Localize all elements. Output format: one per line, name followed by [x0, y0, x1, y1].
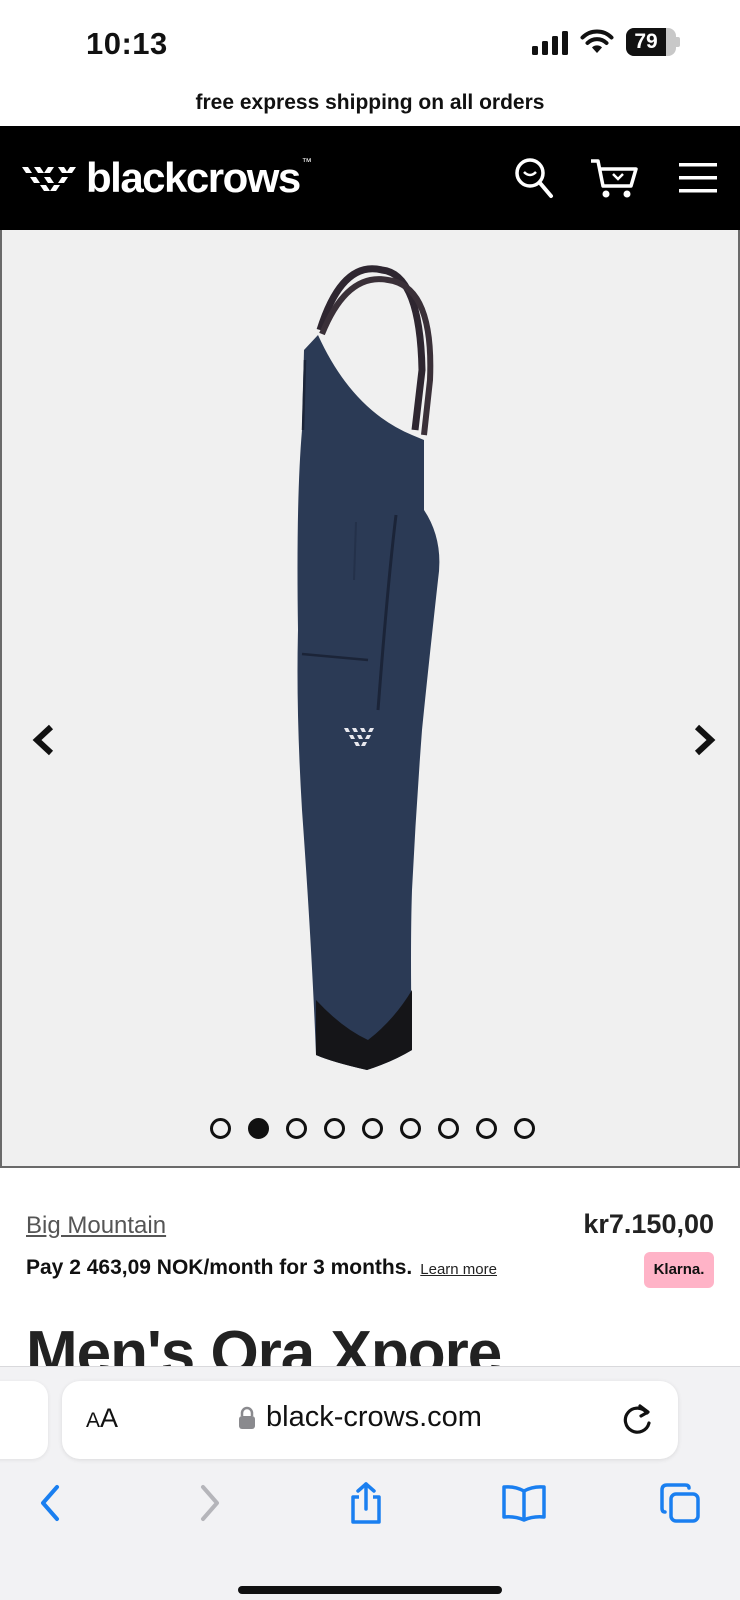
forward-icon	[201, 1485, 219, 1521]
product-image-carousel[interactable]	[0, 230, 740, 1168]
trademark-mark: ™	[301, 156, 312, 168]
carousel-dot-3[interactable]	[285, 1118, 307, 1139]
home-indicator	[238, 1586, 502, 1594]
status-icons: 79	[532, 28, 680, 56]
page-settings-button[interactable]: AA	[86, 1403, 118, 1434]
status-time: 10:13	[86, 26, 168, 61]
cellular-signal-icon	[532, 29, 568, 55]
cart-button[interactable]	[588, 152, 640, 204]
klarna-badge: Klarna.	[644, 1252, 714, 1288]
battery-level: 79	[634, 30, 658, 53]
bookmarks-icon	[502, 1485, 546, 1522]
carousel-dot-7[interactable]	[437, 1118, 459, 1139]
tabs-button[interactable]	[656, 1479, 704, 1527]
promo-banner: free express shipping on all orders	[195, 91, 545, 114]
cart-icon	[591, 159, 638, 198]
brand-logo[interactable]: blackcrows ™	[22, 154, 312, 202]
brand-logo-text: blackcrows	[86, 154, 301, 201]
site-header: blackcrows ™	[0, 126, 740, 230]
carousel-dot-2[interactable]	[247, 1118, 269, 1139]
installment-text: Pay 2 463,09 NOK/month for 3 months.	[26, 1256, 413, 1279]
browser-nav-row	[0, 1479, 740, 1539]
carousel-dot-6[interactable]	[399, 1118, 421, 1139]
category-link[interactable]: Big Mountain	[26, 1212, 166, 1240]
carousel-dot-8[interactable]	[475, 1118, 497, 1139]
battery-icon: 79	[626, 28, 680, 56]
url-display[interactable]: black-crows.com	[238, 1401, 482, 1434]
reload-icon	[623, 1404, 651, 1434]
status-bar: 10:13 79	[0, 0, 740, 88]
reload-button[interactable]	[618, 1401, 656, 1439]
carousel-pagination	[2, 1118, 740, 1139]
search-button[interactable]	[508, 152, 560, 204]
product-image	[297, 265, 440, 1070]
carousel-dot-5[interactable]	[361, 1118, 383, 1139]
back-icon	[41, 1485, 59, 1521]
lock-icon	[239, 1406, 255, 1429]
wifi-icon	[580, 29, 614, 53]
menu-icon	[679, 163, 717, 193]
forward-button[interactable]	[186, 1479, 234, 1527]
next-image-button[interactable]	[682, 718, 726, 762]
share-icon	[351, 1482, 381, 1524]
previous-image-button[interactable]	[22, 718, 66, 762]
crow-logo-icon	[22, 167, 76, 191]
chevron-left-icon	[32, 724, 54, 756]
learn-more-link[interactable]: Learn more	[420, 1261, 497, 1278]
carousel-dot-9[interactable]	[513, 1118, 535, 1139]
previous-tab-preview[interactable]	[0, 1381, 48, 1459]
product-price: kr7.150,00	[583, 1209, 714, 1239]
back-button[interactable]	[26, 1479, 74, 1527]
tabs-icon	[660, 1483, 700, 1523]
url-text: black-crows.com	[266, 1401, 482, 1433]
menu-button[interactable]	[672, 152, 724, 204]
browser-toolbar: AA black-crows.com	[0, 1366, 740, 1600]
address-bar[interactable]: AA black-crows.com	[62, 1381, 678, 1459]
carousel-dot-4[interactable]	[323, 1118, 345, 1139]
carousel-dot-1[interactable]	[209, 1118, 231, 1139]
bookmarks-button[interactable]	[500, 1479, 548, 1527]
installment-offer: Pay 2 463,09 NOK/month for 3 months. Lea…	[26, 1256, 497, 1280]
share-button[interactable]	[342, 1479, 390, 1527]
chevron-right-icon	[694, 724, 716, 756]
search-icon	[515, 158, 553, 198]
